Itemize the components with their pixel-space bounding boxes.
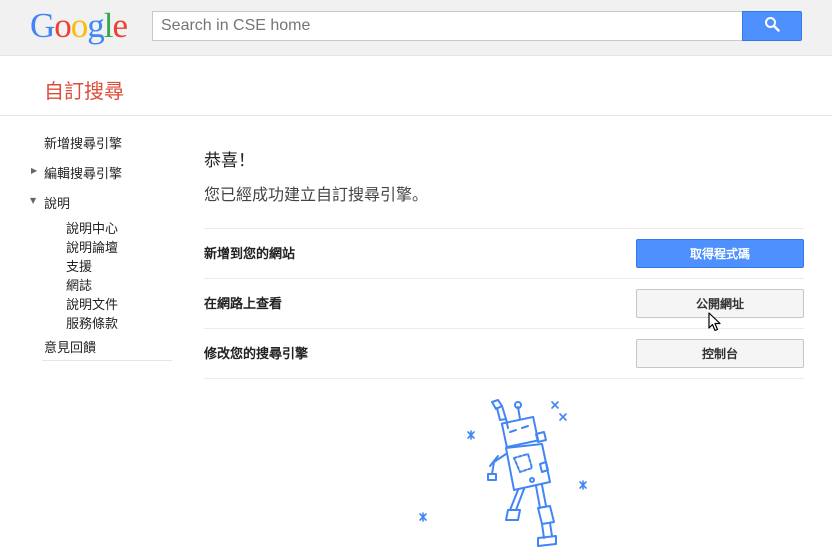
logo-letter: o	[70, 6, 88, 45]
logo-letter: l	[103, 6, 114, 45]
logo-letter: e	[112, 6, 129, 45]
sidebar-item-help[interactable]: 說明	[44, 193, 70, 212]
sidebar-item-blog[interactable]: 網誌	[66, 275, 92, 294]
created-message: 您已經成功建立自訂搜尋引擎。	[204, 185, 429, 204]
logo-letter: G	[30, 6, 55, 45]
sidebar-item-help-forum[interactable]: 說明論壇	[66, 237, 118, 256]
search-input[interactable]	[152, 11, 744, 41]
logo-letter: o	[54, 6, 71, 45]
sidebar-item-support[interactable]: 支援	[66, 256, 92, 275]
expand-right-icon[interactable]: ▶	[31, 166, 37, 175]
sidebar-item-new-engine[interactable]: 新增搜尋引擎	[44, 133, 122, 152]
sidebar-item-documentation[interactable]: 說明文件	[66, 294, 118, 313]
row-label-add-to-site: 新增到您的網站	[204, 247, 296, 262]
search-icon	[764, 16, 780, 36]
robot-illustration	[410, 392, 600, 549]
sidebar-item-help-center[interactable]: 說明中心	[66, 218, 118, 237]
control-panel-button[interactable]: 控制台	[636, 339, 804, 368]
top-bar: Google	[0, 0, 832, 56]
row-divider	[204, 228, 804, 229]
sidebar-item-edit-engine[interactable]: 編輯搜尋引擎	[44, 163, 122, 182]
congrats-heading: 恭喜！	[204, 151, 255, 171]
row-divider	[204, 378, 804, 379]
sidebar-item-feedback[interactable]: 意見回饋	[44, 337, 96, 356]
google-logo[interactable]: Google	[30, 6, 129, 46]
sidebar-item-terms[interactable]: 服務條款	[66, 313, 118, 332]
row-label-modify-engine: 修改您的搜尋引擎	[204, 347, 309, 362]
sidebar-divider	[42, 360, 172, 361]
row-divider	[204, 278, 804, 279]
expand-down-icon[interactable]: ▼	[30, 196, 36, 205]
product-title[interactable]: 自訂搜尋	[44, 75, 124, 104]
search-button[interactable]	[742, 11, 802, 41]
product-header: 自訂搜尋	[0, 57, 832, 116]
mouse-cursor-icon	[708, 312, 722, 336]
row-label-view-on-web: 在網路上查看	[204, 297, 283, 312]
get-code-button[interactable]: 取得程式碼	[636, 239, 804, 268]
logo-letter: g	[87, 6, 104, 45]
